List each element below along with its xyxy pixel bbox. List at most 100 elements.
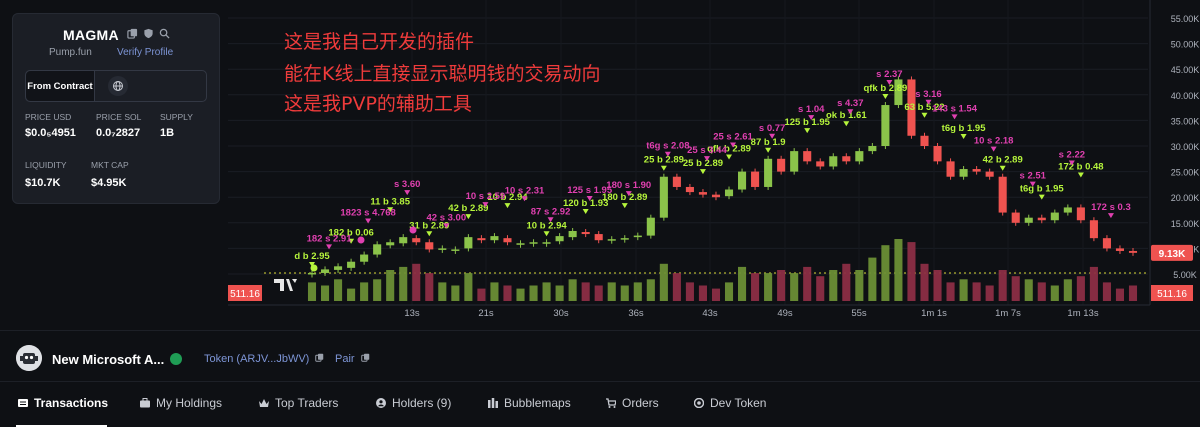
volume-bar xyxy=(790,273,799,301)
candle[interactable] xyxy=(881,105,890,146)
candle[interactable] xyxy=(672,176,681,187)
candle[interactable] xyxy=(685,186,694,193)
tab-my-holdings[interactable]: My Holdings xyxy=(140,396,222,410)
candle[interactable] xyxy=(868,146,877,152)
candle[interactable] xyxy=(724,189,734,197)
candle[interactable] xyxy=(711,194,721,198)
candle[interactable] xyxy=(933,146,942,162)
candle[interactable] xyxy=(542,242,551,244)
tab-dev-token[interactable]: Dev Token xyxy=(694,396,766,410)
candle[interactable] xyxy=(764,158,773,187)
candle[interactable] xyxy=(829,156,838,167)
candle[interactable] xyxy=(659,176,668,218)
candle[interactable] xyxy=(581,232,590,235)
sell-trade-label: s 2.22 xyxy=(1059,149,1085,160)
verify-profile-link[interactable]: Verify Profile xyxy=(117,47,173,58)
candle[interactable] xyxy=(1076,207,1085,221)
volume-bar xyxy=(738,266,747,301)
volume-bar xyxy=(360,282,369,301)
pair-address-link[interactable]: Pair xyxy=(335,353,370,365)
candle[interactable] xyxy=(1037,217,1046,221)
volume-bar xyxy=(855,270,864,301)
candle[interactable] xyxy=(777,158,786,172)
tab-top-traders[interactable]: Top Traders xyxy=(259,396,338,410)
candle[interactable] xyxy=(568,230,577,238)
candle[interactable] xyxy=(790,151,799,172)
candle[interactable] xyxy=(633,235,642,238)
candle[interactable] xyxy=(607,239,616,241)
candle[interactable] xyxy=(594,234,603,241)
candle[interactable] xyxy=(373,244,382,255)
tab-transactions[interactable]: Transactions xyxy=(18,396,108,410)
candle[interactable] xyxy=(425,242,434,250)
candle[interactable] xyxy=(816,161,825,167)
candle[interactable] xyxy=(307,272,317,275)
sell-trade-label: 25 s 2.61 xyxy=(713,132,753,143)
candle[interactable] xyxy=(529,242,538,244)
candle[interactable] xyxy=(946,161,955,177)
candle[interactable] xyxy=(555,236,564,242)
candle[interactable] xyxy=(320,269,330,273)
volume-bar xyxy=(672,273,681,301)
candle[interactable] xyxy=(464,237,473,249)
candle[interactable] xyxy=(842,156,851,162)
token-address-text: Token (ARJV...JbWV) xyxy=(204,353,310,365)
candle[interactable] xyxy=(998,176,1007,213)
copy-icon[interactable] xyxy=(315,353,324,362)
candle[interactable] xyxy=(477,238,486,241)
candle[interactable] xyxy=(985,171,994,177)
tab-label: Holders (9) xyxy=(392,396,452,410)
robot-icon xyxy=(16,345,42,371)
candle[interactable] xyxy=(959,169,968,177)
volume-bar xyxy=(386,270,395,301)
candle[interactable] xyxy=(386,242,395,246)
search-icon[interactable] xyxy=(159,28,170,39)
tab-orders[interactable]: Orders xyxy=(606,396,659,410)
candle[interactable] xyxy=(516,243,525,245)
candle[interactable] xyxy=(1011,212,1020,223)
from-contract-button[interactable]: From Contract xyxy=(26,71,95,101)
volume-bar xyxy=(894,239,903,301)
pair-bar: New Microsoft A... Token (ARJV...JbWV) P… xyxy=(0,343,1200,373)
candle[interactable] xyxy=(620,238,629,240)
candle[interactable] xyxy=(451,249,460,251)
candle[interactable] xyxy=(1063,207,1072,213)
candle[interactable] xyxy=(360,254,369,262)
candle[interactable] xyxy=(1128,250,1138,253)
tab-label: Top Traders xyxy=(275,396,339,410)
candle[interactable] xyxy=(1050,212,1059,221)
tab-bubblemaps[interactable]: Bubblemaps xyxy=(488,396,571,410)
copy-icon[interactable] xyxy=(360,353,370,362)
candle[interactable] xyxy=(1024,217,1033,223)
candle[interactable] xyxy=(803,151,812,162)
candle[interactable] xyxy=(490,236,499,241)
price-sol-label: PRICE SOL xyxy=(96,112,142,122)
candle[interactable] xyxy=(855,151,864,162)
price-chart[interactable]: d b 2.95 182 b 0.06 11 b 3.85 31 b 2.89 42 b… xyxy=(228,0,1200,330)
token-address-link[interactable]: Token (ARJV...JbWV) xyxy=(204,353,324,365)
volume-bar xyxy=(1128,285,1138,301)
candle[interactable] xyxy=(972,169,981,172)
website-button[interactable] xyxy=(108,76,128,96)
candle[interactable] xyxy=(347,261,356,268)
shield-icon[interactable] xyxy=(143,28,154,39)
candle[interactable] xyxy=(1115,248,1125,251)
candle[interactable] xyxy=(1102,238,1111,249)
candle[interactable] xyxy=(751,171,760,187)
bars-icon xyxy=(488,398,498,408)
candle[interactable] xyxy=(412,238,421,243)
candle[interactable] xyxy=(920,135,929,146)
candle[interactable] xyxy=(503,238,512,243)
candle[interactable] xyxy=(438,248,447,250)
copy-icon[interactable] xyxy=(127,28,138,39)
sell-trade-label: 172 s 0.3 xyxy=(1091,202,1131,213)
candle[interactable] xyxy=(646,217,655,236)
tab-holders[interactable]: Holders (9) xyxy=(376,396,451,410)
candle[interactable] xyxy=(698,192,707,195)
overlay-line-3: 这是我PVP的辅助工具 xyxy=(284,93,472,115)
candle[interactable] xyxy=(738,171,747,190)
candle[interactable] xyxy=(1089,220,1098,239)
candlestick-chart[interactable]: d b 2.95182 b 0.0611 b 3.8531 b 2.8942 b… xyxy=(228,0,1200,330)
candle[interactable] xyxy=(399,237,408,244)
candle[interactable] xyxy=(334,266,343,270)
